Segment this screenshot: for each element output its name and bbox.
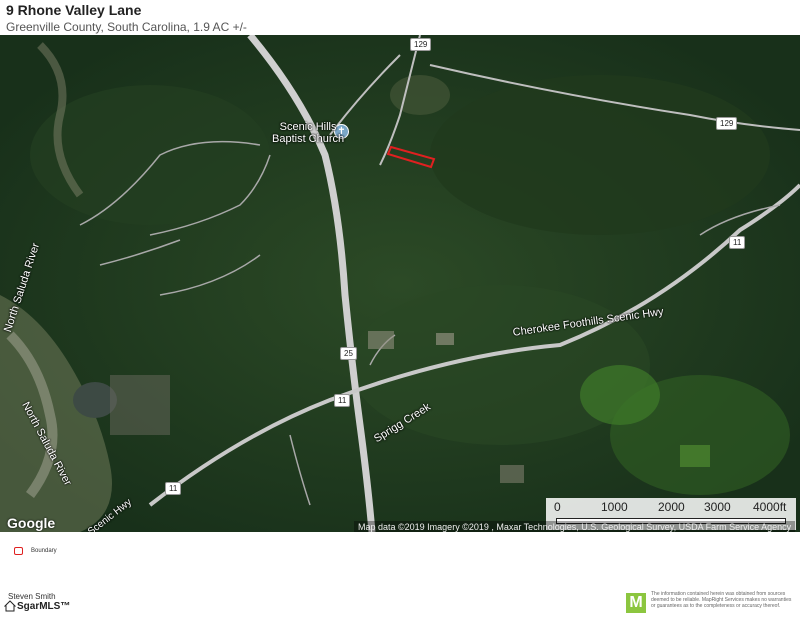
- scale-tick: 1000: [601, 500, 628, 514]
- church-label: Scenic Hills Baptist Church: [272, 121, 344, 145]
- legend-boundary-label: Boundary: [31, 548, 57, 554]
- route-25-shield: 25: [340, 347, 357, 360]
- google-logo: Google: [7, 515, 56, 531]
- route-129-shield: 129: [410, 38, 432, 51]
- scale-tick: 4000ft: [753, 500, 787, 514]
- page-title: 9 Rhone Valley Lane: [6, 2, 142, 18]
- route-11-shield: 11: [165, 482, 182, 495]
- route-11-shield: 11: [334, 394, 351, 407]
- scale-tick: 3000: [704, 500, 731, 514]
- map-imagery: [0, 35, 800, 532]
- route-129-shield: 129: [716, 117, 738, 130]
- page-subtitle: Greenville County, South Carolina, 1.9 A…: [6, 20, 247, 34]
- disclaimer-text: The information contained herein was obt…: [651, 591, 792, 609]
- mapright-logo: M: [626, 593, 646, 613]
- boundary-swatch-icon: [14, 547, 23, 555]
- scale-tick: 2000: [658, 500, 685, 514]
- church-label-line1: Scenic Hills: [279, 121, 337, 133]
- mls-logo: SgarMLS™: [4, 600, 70, 612]
- house-icon: [4, 600, 16, 612]
- route-11-shield: 11: [729, 236, 746, 249]
- header: 9 Rhone Valley Lane Greenville County, S…: [6, 2, 247, 35]
- mls-text: SgarMLS™: [17, 600, 71, 612]
- map-legend: Boundary: [14, 547, 57, 555]
- scale-tick: 0: [554, 500, 561, 514]
- satellite-map[interactable]: ✝ Scenic Hills Baptist Church 129 129 11…: [0, 35, 800, 532]
- church-label-line2: Baptist Church: [272, 133, 345, 145]
- map-attribution: Map data ©2019 Imagery ©2019 , Maxar Tec…: [354, 521, 796, 532]
